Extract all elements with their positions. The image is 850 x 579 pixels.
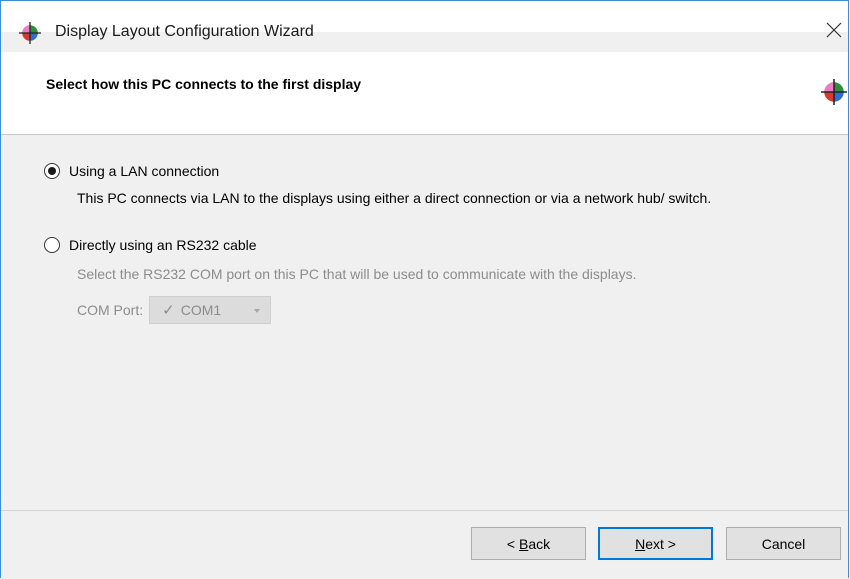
page-title: Select how this PC connects to the first…: [46, 76, 362, 92]
radio-label-rs232: Directly using an RS232 cable: [69, 237, 257, 253]
back-label: ack: [528, 535, 551, 552]
com-port-label: COM Port:: [77, 302, 144, 318]
radio-label-lan: Using a LAN connection: [69, 163, 220, 179]
back-prefix: <: [506, 535, 519, 552]
com-port-select[interactable]: ✓ COM1: [149, 296, 272, 324]
cancel-label: Cancel: [761, 535, 806, 552]
radio-lan-connection[interactable]: Using a LAN connection: [44, 160, 219, 182]
app-color-wheel-icon: [821, 79, 847, 105]
wizard-body: Using a LAN connection This PC connects …: [1, 135, 848, 509]
radio-button-selected[interactable]: [44, 163, 60, 179]
next-label: ext >: [645, 535, 676, 552]
app-color-wheel-icon: [19, 22, 41, 44]
chevron-down-icon: [254, 309, 261, 313]
radio-button-unselected[interactable]: [44, 237, 60, 253]
wizard-footer: < Back Next > Cancel: [1, 510, 848, 579]
com-port-row: COM Port: ✓ COM1: [77, 296, 272, 324]
wizard-window: Display Layout Configuration Wizard Sele…: [0, 0, 849, 579]
cancel-button[interactable]: Cancel: [726, 527, 841, 560]
title-bar: Display Layout Configuration Wizard: [1, 1, 848, 44]
close-icon[interactable]: [821, 17, 847, 43]
checkmark-icon: ✓: [162, 302, 175, 319]
next-button[interactable]: Next >: [598, 527, 713, 560]
radio-rs232-cable[interactable]: Directly using an RS232 cable: [44, 234, 257, 256]
window-title: Display Layout Configuration Wizard: [55, 23, 314, 40]
back-mnemonic: B: [518, 535, 529, 552]
next-mnemonic: N: [635, 535, 646, 552]
lan-description: This PC connects via LAN to the displays…: [77, 190, 712, 206]
com-port-value: COM1: [180, 302, 222, 318]
wizard-header: Select how this PC connects to the first…: [1, 52, 848, 135]
back-button[interactable]: < Back: [471, 527, 586, 560]
rs232-description: Select the RS232 COM port on this PC tha…: [77, 266, 637, 282]
